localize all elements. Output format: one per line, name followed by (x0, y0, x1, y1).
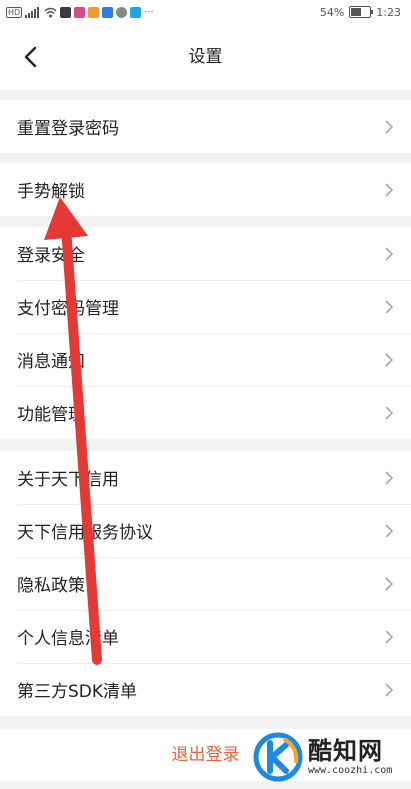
back-arrow-icon[interactable] (16, 42, 46, 72)
settings-item-label: 隐私政策 (17, 576, 85, 596)
chevron-right-icon (385, 577, 394, 591)
settings-group-security: 登录安全 支付密码管理 消息通知 功能管理 (0, 227, 411, 439)
chevron-right-icon (385, 471, 394, 485)
coozhi-logo-icon (253, 732, 303, 782)
battery-level-fill (351, 8, 362, 16)
settings-item-label: 消息通知 (17, 352, 85, 372)
chevron-right-icon (385, 120, 394, 134)
settings-item-about[interactable]: 关于天下信用 (0, 451, 411, 504)
wifi-icon (44, 7, 57, 17)
settings-item-feature-management[interactable]: 功能管理 (0, 386, 411, 439)
chevron-right-icon (385, 630, 394, 644)
page-title: 设置 (188, 47, 223, 67)
clock: 1:23 (376, 5, 401, 19)
chevron-right-icon (385, 183, 394, 197)
settings-item-personal-info-list[interactable]: 个人信息清单 (0, 610, 411, 663)
watermark: 酷知网 www.coozhi.com (250, 727, 410, 785)
status-bar: HD ··· 54% 1:23 (0, 0, 411, 24)
settings-item-login-security[interactable]: 登录安全 (0, 227, 411, 280)
settings-item-label: 支付密码管理 (17, 299, 119, 319)
signal-icon (25, 6, 40, 18)
settings-item-label: 个人信息清单 (17, 629, 119, 649)
settings-item-label: 登录安全 (17, 246, 85, 266)
battery-percent: 54% (319, 5, 345, 19)
settings-item-payment-password[interactable]: 支付密码管理 (0, 280, 411, 333)
status-icons-right: 54% 1:23 (320, 4, 401, 20)
settings-item-privacy-policy[interactable]: 隐私政策 (0, 557, 411, 610)
settings-item-label: 手势解锁 (17, 182, 85, 202)
settings-item-third-party-sdk-list[interactable]: 第三方SDK清单 (0, 663, 411, 716)
chevron-right-icon (385, 406, 394, 420)
app-notification-icon (102, 6, 114, 18)
app-notification-icon (130, 6, 142, 18)
chevron-right-icon (385, 247, 394, 261)
status-icons-left: HD ··· (6, 4, 154, 20)
app-notification-icon (60, 6, 72, 18)
app-notification-icon (116, 6, 128, 18)
settings-item-label: 第三方SDK清单 (17, 682, 138, 702)
app-notification-icon (88, 6, 100, 18)
chevron-right-icon (385, 524, 394, 538)
app-notification-icon (74, 6, 86, 18)
chevron-right-icon (385, 300, 394, 314)
settings-item-label: 天下信用服务协议 (17, 523, 153, 543)
settings-item-gesture-unlock[interactable]: 手势解锁 (0, 163, 411, 216)
settings-item-message-notifications[interactable]: 消息通知 (0, 333, 411, 386)
more-notifications-icon: ··· (144, 6, 154, 18)
settings-item-label: 重置登录密码 (17, 119, 119, 139)
hd-icon: HD (6, 6, 23, 18)
watermark-brand: 酷知网 (308, 737, 383, 765)
settings-group-gesture: 手势解锁 (0, 163, 411, 216)
watermark-url: www.coozhi.com (308, 765, 393, 776)
settings-item-service-agreement[interactable]: 天下信用服务协议 (0, 504, 411, 557)
navigation-bar: 设置 (0, 24, 411, 90)
settings-item-label: 功能管理 (17, 405, 85, 425)
settings-item-label: 关于天下信用 (17, 470, 119, 490)
settings-group-password: 重置登录密码 (0, 100, 411, 153)
settings-group-about: 关于天下信用 天下信用服务协议 隐私政策 个人信息清单 第三方SDK清单 (0, 451, 411, 716)
chevron-right-icon (385, 353, 394, 367)
battery-icon (349, 6, 374, 18)
settings-item-reset-login-password[interactable]: 重置登录密码 (0, 100, 411, 153)
chevron-right-icon (385, 683, 394, 697)
